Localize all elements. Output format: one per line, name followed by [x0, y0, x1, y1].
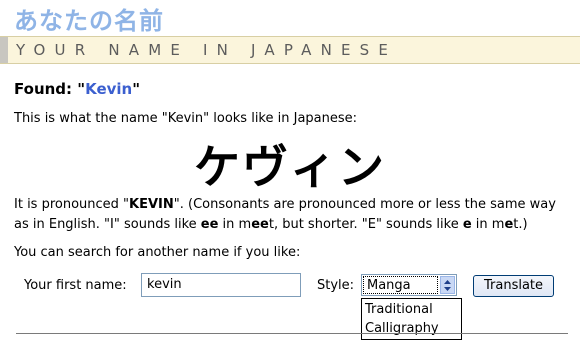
first-name-input[interactable]: kevin [141, 273, 301, 297]
title-banner: YOUR NAME IN JAPANESE [0, 36, 580, 64]
pronunciation-paragraph: It is pronounced "KEVIN". (Consonants ar… [14, 195, 570, 235]
translate-button[interactable]: Translate [473, 275, 554, 297]
style-label: Style: [317, 278, 355, 293]
site-logo: あなたの名前 [14, 7, 164, 35]
found-open-quote: " [77, 80, 86, 98]
style-option-traditional[interactable]: Traditional [365, 302, 433, 317]
select-arrow-icon[interactable] [440, 276, 455, 294]
pron-e-2: e [504, 217, 514, 232]
pron-text-4: t, but shorter. "E" sounds like [268, 217, 463, 232]
banner-title: YOUR NAME IN JAPANESE [16, 41, 398, 59]
first-name-label: Your first name: [24, 278, 127, 293]
found-name: Kevin [85, 80, 133, 98]
found-close-quote: " [132, 80, 141, 98]
pron-name: KEVIN [129, 197, 174, 212]
pron-e: e [462, 217, 472, 232]
pron-text-3: in m [218, 217, 252, 232]
found-prefix: Found: [14, 80, 78, 98]
style-select-value: Manga [363, 276, 438, 294]
search-note: You can search for another name if you l… [14, 245, 301, 260]
banner-accent [0, 37, 8, 63]
pron-ee-2: ee [251, 217, 269, 232]
pron-ee: ee [200, 217, 219, 232]
intro-text: This is what the name "Kevin" looks like… [14, 111, 358, 126]
pron-text-5: in m [471, 217, 505, 232]
pron-text-6: t.) [513, 217, 528, 232]
found-heading: Found: "Kevin" [14, 80, 140, 98]
divider [16, 333, 568, 334]
pron-text-1: It is pronounced " [14, 197, 130, 212]
style-select[interactable]: Manga [361, 274, 457, 296]
japanese-name: ケヴィン [194, 140, 386, 194]
